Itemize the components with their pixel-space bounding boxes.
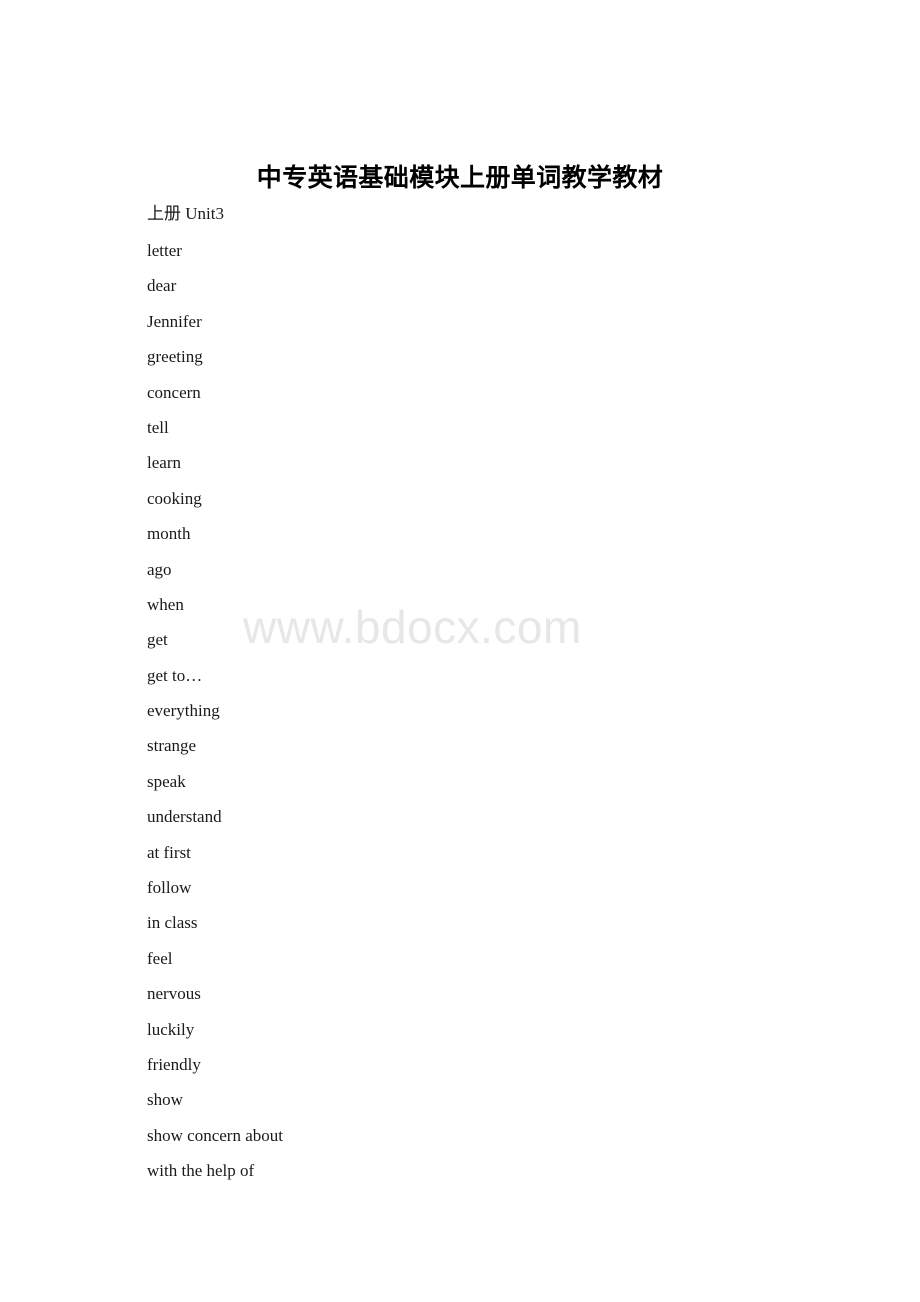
list-item: get to… — [147, 665, 203, 685]
list-item: show concern about — [147, 1125, 283, 1145]
list-item: nervous — [147, 984, 201, 1004]
list-item: strange — [147, 736, 197, 756]
vocabulary-word-list: letter dear Jennifer greeting concern tell lea… — [147, 239, 847, 1195]
list-item: cooking — [147, 488, 202, 508]
list-item: show — [147, 1090, 183, 1110]
list-item: learn — [147, 453, 181, 473]
list-item: letter — [147, 241, 182, 260]
list-item: everything — [147, 701, 220, 721]
list-item: concern — [147, 382, 201, 402]
list-item: ago — [147, 559, 172, 579]
list-item: friendly — [147, 1054, 201, 1074]
list-item: dear — [147, 276, 177, 296]
list-item: speak — [147, 771, 186, 791]
document-page: www.bdocx.com 中专英语基础模块上册单词教学教材 上册 Unit3 … — [0, 0, 920, 1302]
list-item: get — [147, 630, 168, 650]
page-title: 中专英语基础模块上册单词教学教材 — [256, 162, 664, 192]
list-item: greeting — [147, 347, 203, 367]
section-label: 上册 Unit3 — [147, 204, 224, 223]
list-item: month — [147, 524, 191, 544]
list-item: Jennifer — [147, 311, 202, 331]
list-item: when — [147, 594, 184, 614]
list-item: in class — [147, 913, 198, 933]
list-item: with the help of — [147, 1161, 255, 1181]
list-item: tell — [147, 417, 169, 437]
list-item: luckily — [147, 1019, 195, 1039]
list-item: at first — [147, 842, 191, 862]
list-item: understand — [147, 807, 222, 827]
list-item: feel — [147, 948, 173, 968]
list-item: follow — [147, 878, 192, 898]
